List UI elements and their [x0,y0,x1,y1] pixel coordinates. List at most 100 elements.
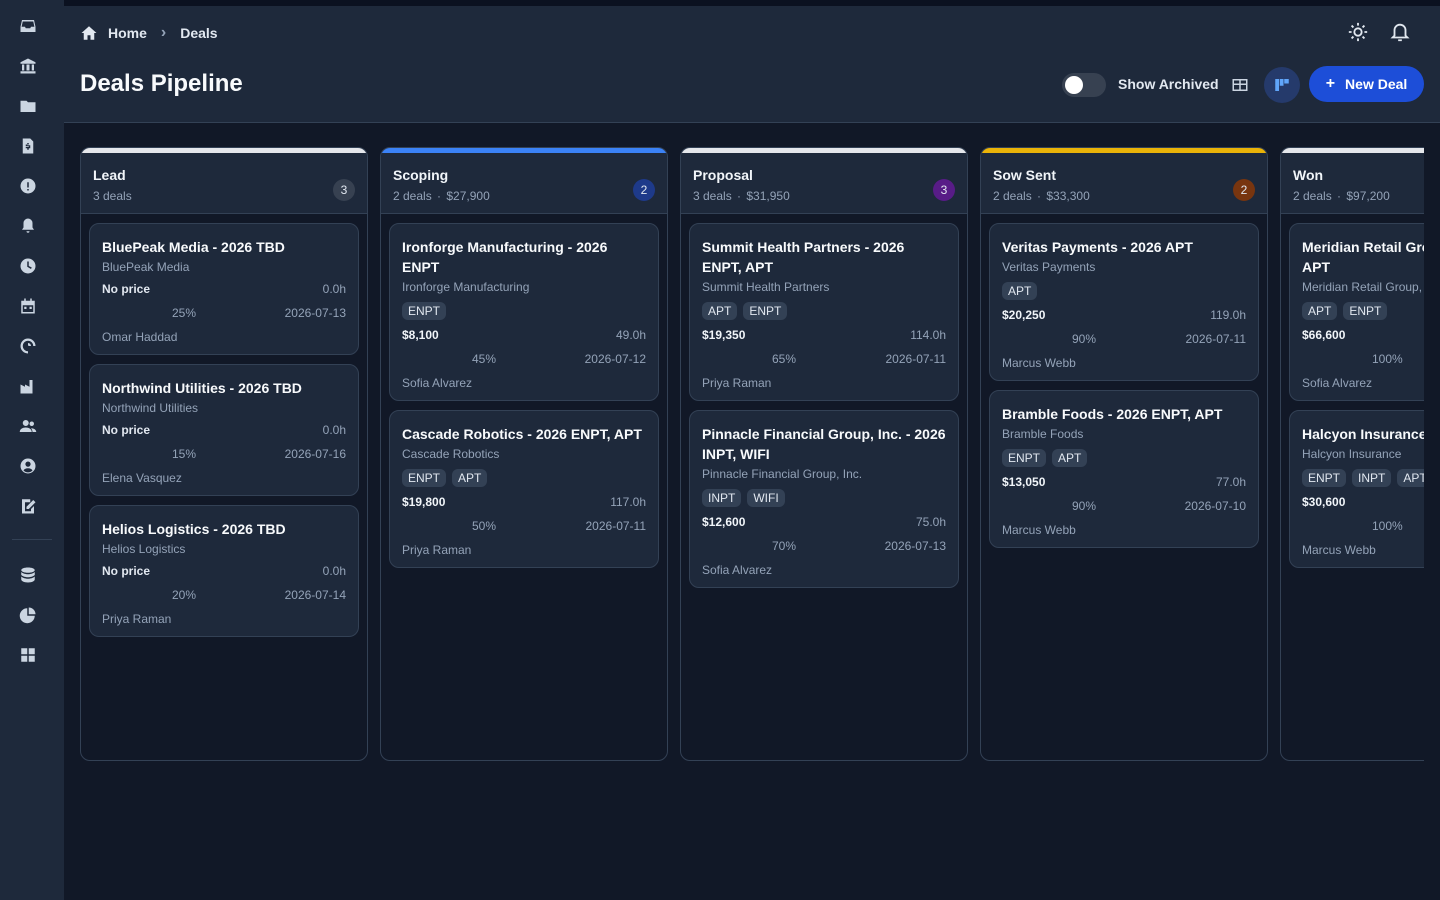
deal-card[interactable]: Cascade Robotics - 2026 ENPT, APT Cascade… [389,410,659,568]
deal-company: Northwind Utilities [102,401,199,415]
deal-price-row: No price 0.0h [102,564,346,578]
breadcrumb: Home › Deals [80,24,218,42]
column-cards: Meridian Retail Group - 2026 ENPT, APT Me… [1281,214,1424,568]
deal-card[interactable]: BluePeak Media - 2026 TBD BluePeak Media N… [89,223,359,355]
column-count-badge: 3 [933,179,955,201]
deal-probability-row: 65% 2026-07-11 [702,352,946,366]
column-proposal: Proposal 3 deals · $31,950 3 Summit Health … [680,147,968,761]
column-total: $27,900 [446,189,490,203]
deal-company: Pinnacle Financial Group, Inc. [702,467,863,481]
deal-price-row: $13,050 77.0h [1002,475,1246,489]
deal-price-row: $19,800 117.0h [402,495,646,509]
deal-card[interactable]: Meridian Retail Group - 2026 ENPT, APT Me… [1289,223,1424,401]
radar-icon[interactable] [18,336,38,356]
file-invoice-icon[interactable] [18,136,38,156]
database-icon[interactable] [18,565,38,585]
deal-probability: 90% [1072,499,1097,513]
deal-owner: Sofia Alvarez [1302,376,1373,390]
pie-chart-icon[interactable] [18,605,38,625]
column-title: Won [1293,167,1324,183]
deal-hours: 75.0h [915,515,946,529]
deal-price: No price [102,423,151,437]
kanban-board: Lead 3 deals 3 BluePeak Media - 2026 TBD Blu… [80,147,1424,761]
deal-probability: 20% [172,588,197,602]
service-tag: APT [1052,449,1088,467]
column-won: Won 2 deals · $97,200 Meridian Retail Grou… [1280,147,1424,761]
column-header: Scoping 2 deals · $27,900 2 [381,153,667,214]
column-lead: Lead 3 deals 3 BluePeak Media - 2026 TBD Blu… [80,147,368,761]
deal-probability-row: 25% 2026-07-13 [102,306,346,320]
deal-probability-row: 15% 2026-07-16 [102,447,346,461]
breadcrumb-home[interactable]: Home [108,25,147,41]
deal-company: Summit Health Partners [702,280,830,294]
deal-card[interactable]: Summit Health Partners - 2026 ENPT, APT S… [689,223,959,401]
edit-document-icon[interactable] [18,496,38,516]
column-cards: Summit Health Partners - 2026 ENPT, APT S… [681,214,967,588]
deal-close-date: 2026-07-11 [1185,332,1247,346]
deal-close-date: 2026-07-11 [885,352,947,366]
deal-card[interactable]: Ironforge Manufacturing - 2026 ENPT Ironf… [389,223,659,401]
table-view-icon[interactable] [1228,73,1252,97]
breadcrumb-current: Deals [180,25,218,41]
notification-bell-icon[interactable] [1389,21,1411,43]
deal-probability-row: 70% 2026-07-13 [702,539,946,553]
deal-card[interactable]: Pinnacle Financial Group, Inc. - 2026 IN… [689,410,959,588]
deal-hours: 49.0h [615,328,646,342]
factory-icon[interactable] [18,376,38,396]
chevron-right-icon: › [160,24,167,41]
alert-icon[interactable] [18,176,38,196]
users-icon[interactable] [18,416,38,436]
deal-company: Bramble Foods [1002,427,1084,441]
deal-owner: Marcus Webb [1002,523,1076,537]
clock-icon[interactable] [18,256,38,276]
show-archived-label: Show Archived [1118,76,1219,92]
calendar-icon[interactable] [18,296,38,316]
grid-icon[interactable] [18,645,38,665]
deal-title: Helios Logistics - 2026 TBD [102,521,286,537]
column-header: Lead 3 deals 3 [81,153,367,214]
deal-tags: APT ENPT [702,302,946,320]
deal-probability: 45% [472,352,497,366]
column-meta: 3 deals [93,189,355,203]
board-view-icon[interactable] [1264,67,1300,103]
new-deal-button[interactable]: + New Deal [1309,66,1424,102]
service-tag: ENPT [1343,302,1388,320]
deal-card[interactable]: Halcyon Insurance - 2026 ENPT, APT Halcyo… [1289,410,1424,568]
deal-company: Meridian Retail Group, Inc. [1302,280,1424,294]
meta-separator: · [433,189,445,203]
deal-close-date: 2026-07-12 [584,352,646,366]
column-title: Sow Sent [993,167,1057,183]
column-total: $97,200 [1346,189,1390,203]
deal-owner: Elena Vasquez [102,471,182,485]
deal-probability-row: 100% [1302,519,1424,533]
deal-probability-row: 45% 2026-07-12 [402,352,646,366]
deal-tags: ENPT [402,302,646,320]
service-tag: WIFI [747,489,785,507]
bell-icon[interactable] [18,216,38,236]
deal-close-date: 2026-07-16 [284,447,346,461]
home-icon[interactable] [80,24,98,42]
folder-icon[interactable] [18,96,38,116]
deal-hours: 114.0h [910,328,946,342]
deal-card[interactable]: Northwind Utilities - 2026 TBD Northwind … [89,364,359,496]
deal-probability: 70% [772,539,797,553]
deal-close-date: 2026-07-10 [1184,499,1246,513]
deal-tags: APT [1002,282,1246,300]
deal-owner: Omar Haddad [102,330,178,344]
deal-card[interactable]: Veritas Payments - 2026 APT Veritas Payme… [989,223,1259,381]
bank-icon[interactable] [18,56,38,76]
show-archived-toggle[interactable] [1062,73,1106,97]
deal-price: No price [102,282,151,296]
deal-card[interactable]: Bramble Foods - 2026 ENPT, APT Bramble Fo… [989,390,1259,548]
sun-icon[interactable] [1347,21,1369,43]
deal-title: Northwind Utilities - 2026 TBD [102,380,302,396]
inbox-icon[interactable] [18,16,38,36]
page-title: Deals Pipeline [80,70,243,97]
deal-card[interactable]: Helios Logistics - 2026 TBD Helios Logist… [89,505,359,637]
user-circle-icon[interactable] [18,456,38,476]
deal-owner: Sofia Alvarez [702,563,773,577]
deal-owner: Priya Raman [102,612,172,626]
deal-company: Ironforge Manufacturing [402,280,530,294]
service-tag: ENPT [743,302,788,320]
deal-price: $12,600 [702,515,746,529]
